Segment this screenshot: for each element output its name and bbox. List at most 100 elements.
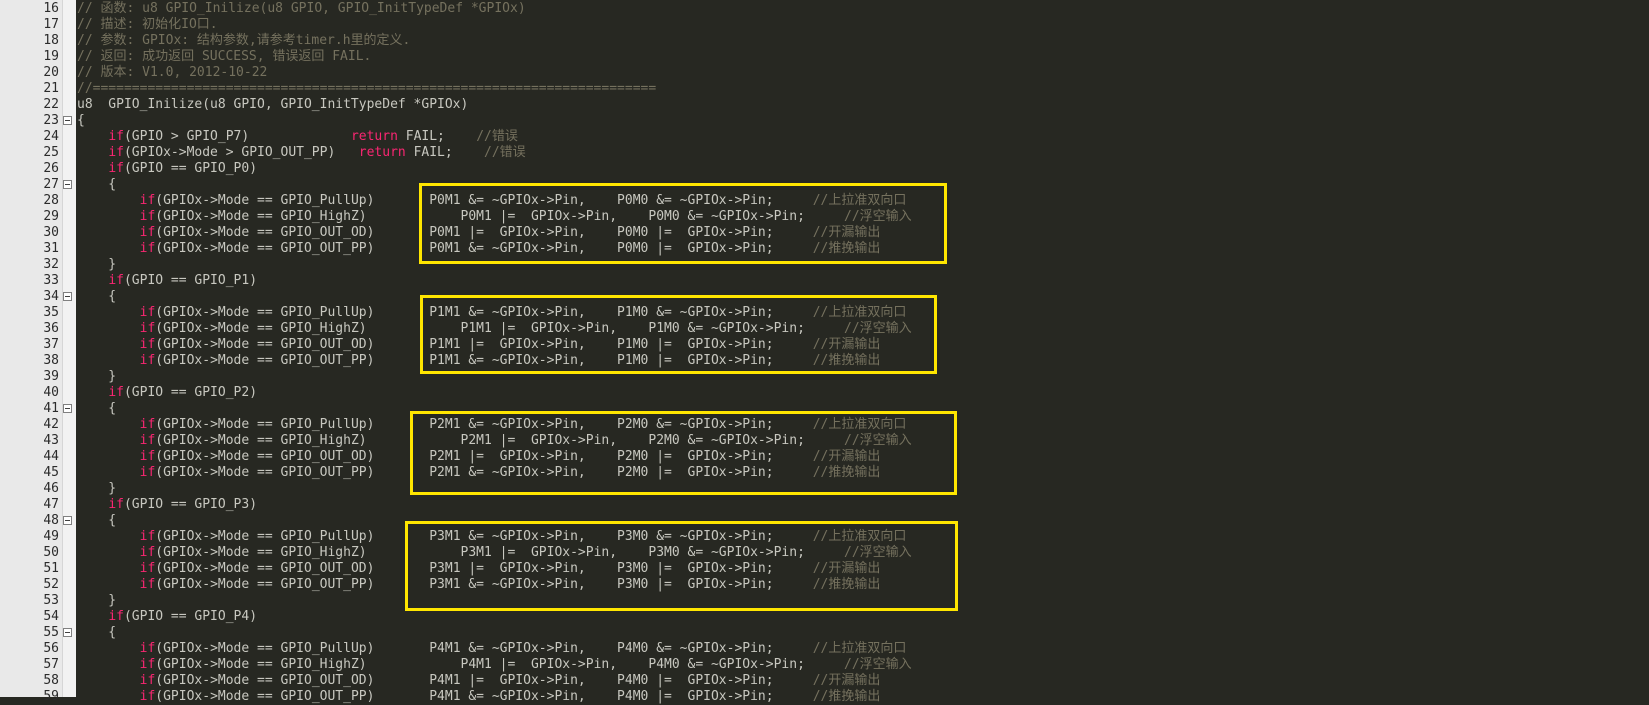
code-line[interactable]: 54 if(GPIO == GPIO_P4) [0, 609, 1649, 625]
code-line[interactable]: 34 { [0, 289, 1649, 305]
code-line[interactable]: 26 if(GPIO == GPIO_P0) [0, 161, 1649, 177]
code-line[interactable]: 44 if(GPIOx->Mode == GPIO_OUT_OD) P2M1 |… [0, 449, 1649, 465]
code-text: if(GPIOx->Mode == GPIO_HighZ) P4M1 |= GP… [77, 657, 912, 673]
fold-toggle-icon[interactable] [63, 516, 72, 525]
line-number: 52 [43, 577, 59, 592]
code-text: if(GPIOx->Mode == GPIO_OUT_OD) P0M1 |= G… [77, 225, 881, 241]
code-token: (GPIOx->Mode == GPIO_PullUp) P0M1 &= ~GP… [155, 193, 813, 208]
code-line[interactable]: 37 if(GPIOx->Mode == GPIO_OUT_OD) P1M1 |… [0, 337, 1649, 353]
code-text: if(GPIO == GPIO_P3) [77, 497, 257, 513]
fold-toggle-icon[interactable] [63, 404, 72, 413]
line-number: 45 [43, 465, 59, 480]
code-text: // 版本: V1.0, 2012-10-22 [77, 65, 267, 81]
code-text: if(GPIO == GPIO_P0) [77, 161, 257, 177]
code-text: if(GPIOx->Mode == GPIO_OUT_PP) P1M1 &= ~… [77, 353, 881, 369]
code-line[interactable]: 16 // 函数: u8 GPIO_Inilize(u8 GPIO, GPIO_I… [0, 1, 1649, 17]
comment-token: // 版本: V1.0, 2012-10-22 [77, 65, 268, 80]
fold-toggle-icon[interactable] [63, 628, 72, 637]
code-line[interactable]: 56 if(GPIOx->Mode == GPIO_PullUp) P4M1 &… [0, 641, 1649, 657]
code-line[interactable]: 23 { [0, 113, 1649, 129]
fold-toggle-icon[interactable] [63, 292, 72, 301]
keyword-token: if [139, 641, 156, 656]
code-line[interactable]: 32 } [0, 257, 1649, 273]
keyword-token: if [139, 305, 156, 320]
code-line[interactable]: 35 if(GPIOx->Mode == GPIO_PullUp) P1M1 &… [0, 305, 1649, 321]
code-line[interactable]: 55 { [0, 625, 1649, 641]
comment-token: //推挽输出 [812, 465, 881, 480]
line-number: 59 [43, 689, 59, 704]
code-line[interactable]: 19 // 返回: 成功返回 SUCCESS, 错误返回 FAIL. [0, 49, 1649, 65]
code-token: } [77, 481, 117, 496]
code-line[interactable]: 33 if(GPIO == GPIO_P1) [0, 273, 1649, 289]
code-text: { [77, 113, 85, 129]
code-line[interactable]: 30 if(GPIOx->Mode == GPIO_OUT_OD) P0M1 |… [0, 225, 1649, 241]
code-line[interactable]: 47 if(GPIO == GPIO_P3) [0, 497, 1649, 513]
code-line[interactable]: 52 if(GPIOx->Mode == GPIO_OUT_PP) P3M1 &… [0, 577, 1649, 593]
code-line[interactable]: 22 u8 GPIO_Inilize(u8 GPIO, GPIO_InitType… [0, 97, 1649, 113]
code-line[interactable]: 21 //====================================… [0, 81, 1649, 97]
code-line[interactable]: 43 if(GPIOx->Mode == GPIO_HighZ) P2M1 |=… [0, 433, 1649, 449]
code-text: if(GPIOx->Mode == GPIO_OUT_PP) P2M1 &= ~… [77, 465, 881, 481]
fold-toggle-icon[interactable] [63, 116, 72, 125]
code-token: (GPIOx->Mode == GPIO_OUT_PP) P1M1 &= ~GP… [155, 353, 813, 368]
line-number: 37 [43, 337, 59, 352]
code-line[interactable]: 28 if(GPIOx->Mode == GPIO_PullUp) P0M1 &… [0, 193, 1649, 209]
code-token: { [77, 625, 117, 640]
code-line[interactable]: 20 // 版本: V1.0, 2012-10-22 [0, 65, 1649, 81]
code-token: (GPIOx->Mode == GPIO_HighZ) P2M1 |= GPIO… [155, 433, 845, 448]
code-line[interactable]: 17 // 描述: 初始化IO口. [0, 17, 1649, 33]
line-number: 22 [43, 97, 59, 112]
code-line[interactable]: 31 if(GPIOx->Mode == GPIO_OUT_PP) P0M1 &… [0, 241, 1649, 257]
line-number: 24 [43, 129, 59, 144]
code-line[interactable]: 40 if(GPIO == GPIO_P2) [0, 385, 1649, 401]
code-token: (GPIOx->Mode == GPIO_HighZ) P1M1 |= GPIO… [155, 321, 845, 336]
code-line[interactable]: 38 if(GPIOx->Mode == GPIO_OUT_PP) P1M1 &… [0, 353, 1649, 369]
code-line[interactable]: 27 { [0, 177, 1649, 193]
code-text: if(GPIO == GPIO_P4) [77, 609, 257, 625]
code-line[interactable]: 53 } [0, 593, 1649, 609]
code-token: (GPIOx->Mode == GPIO_OUT_OD) P2M1 |= GPI… [155, 449, 813, 464]
comment-token: //======================================… [77, 81, 657, 96]
code-token: (GPIO == GPIO_P0) [123, 161, 258, 176]
line-number: 56 [43, 641, 59, 656]
code-line[interactable]: 29 if(GPIOx->Mode == GPIO_HighZ) P0M1 |=… [0, 209, 1649, 225]
code-line[interactable]: 36 if(GPIOx->Mode == GPIO_HighZ) P1M1 |=… [0, 321, 1649, 337]
code-line[interactable]: 46 } [0, 481, 1649, 497]
keyword-token: if [139, 209, 156, 224]
code-line[interactable]: 48 { [0, 513, 1649, 529]
code-text: if(GPIOx->Mode == GPIO_OUT_OD) P3M1 |= G… [77, 561, 881, 577]
code-line[interactable]: 57 if(GPIOx->Mode == GPIO_HighZ) P4M1 |=… [0, 657, 1649, 673]
code-line[interactable]: 51 if(GPIOx->Mode == GPIO_OUT_OD) P3M1 |… [0, 561, 1649, 577]
code-line[interactable]: 18 // 参数: GPIOx: 结构参数,请参考timer.h里的定义. [0, 33, 1649, 49]
comment-token: //开漏输出 [812, 337, 881, 352]
code-token: (GPIO > GPIO_P7) [123, 129, 351, 144]
comment-token: //上拉准双向口 [812, 193, 907, 208]
code-text: if(GPIOx->Mode > GPIO_OUT_PP) return FAI… [77, 145, 525, 161]
code-line[interactable]: 24 if(GPIO > GPIO_P7) return FAIL; //错误 [0, 129, 1649, 145]
keyword-token: if [139, 321, 156, 336]
line-number: 58 [43, 673, 59, 688]
code-text: { [77, 401, 116, 417]
code-line[interactable]: 59 if(GPIOx->Mode == GPIO_OUT_PP) P4M1 &… [0, 689, 1649, 705]
code-line[interactable]: 39 } [0, 369, 1649, 385]
code-line[interactable]: 50 if(GPIOx->Mode == GPIO_HighZ) P3M1 |=… [0, 545, 1649, 561]
code-editor[interactable]: 16 // 函数: u8 GPIO_Inilize(u8 GPIO, GPIO_I… [0, 0, 1649, 704]
fold-toggle-icon[interactable] [63, 180, 72, 189]
code-token: (GPIOx->Mode == GPIO_OUT_PP) P2M1 &= ~GP… [155, 465, 813, 480]
code-line[interactable]: 41 { [0, 401, 1649, 417]
line-number: 17 [43, 17, 59, 32]
code-line[interactable]: 25 if(GPIOx->Mode > GPIO_OUT_PP) return … [0, 145, 1649, 161]
code-line[interactable]: 42 if(GPIOx->Mode == GPIO_PullUp) P2M1 &… [0, 417, 1649, 433]
code-line[interactable]: 49 if(GPIOx->Mode == GPIO_PullUp) P3M1 &… [0, 529, 1649, 545]
comment-token: //浮空输入 [844, 209, 912, 224]
code-line[interactable]: 58 if(GPIOx->Mode == GPIO_OUT_OD) P4M1 |… [0, 673, 1649, 689]
code-token: { [77, 177, 117, 192]
line-number: 36 [43, 321, 59, 336]
code-line[interactable]: 45 if(GPIOx->Mode == GPIO_OUT_PP) P2M1 &… [0, 465, 1649, 481]
